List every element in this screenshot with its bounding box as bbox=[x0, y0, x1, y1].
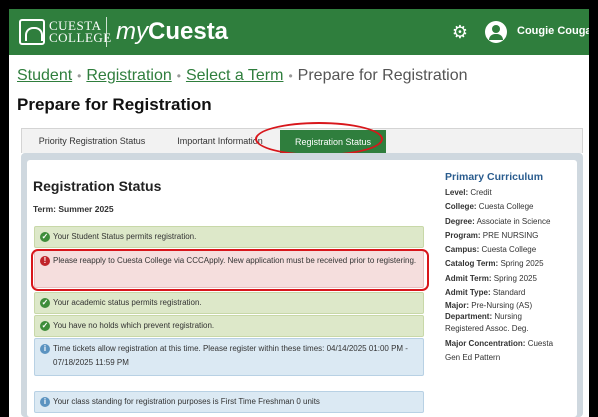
breadcrumb-separator: • bbox=[176, 69, 181, 83]
user-icon[interactable] bbox=[485, 21, 507, 43]
curriculum-row: Admit Term: Spring 2025 bbox=[445, 273, 537, 283]
logo-divider bbox=[106, 17, 107, 47]
curriculum-row: Level: Credit bbox=[445, 188, 492, 197]
message-text: Your academic status permits registratio… bbox=[53, 298, 202, 307]
term-label: Term: Summer 2025 bbox=[33, 204, 114, 214]
curriculum-row: Admit Type: Standard bbox=[445, 288, 526, 298]
breadcrumb-registration[interactable]: Registration bbox=[86, 67, 171, 84]
brand-prefix: my bbox=[116, 18, 148, 45]
status-message-ok: ✓ Your academic status permits registrat… bbox=[34, 292, 424, 314]
curriculum-row: Major Concentration: Cuesta bbox=[445, 338, 554, 348]
message-text: You have no holds which prevent registra… bbox=[53, 321, 215, 330]
curriculum-title: Primary Curriculum bbox=[445, 171, 544, 183]
curriculum-row: Catalog Term: Spring 2025 bbox=[445, 259, 544, 269]
breadcrumb-separator: • bbox=[77, 69, 82, 83]
curriculum-row: Department: Nursing bbox=[445, 312, 522, 322]
breadcrumb: Student • Registration • Select a Term • Prepa… bbox=[17, 67, 468, 85]
gear-icon[interactable]: ⚙ bbox=[450, 22, 470, 42]
tab-priority-registration-status[interactable]: Priority Registration Status bbox=[30, 129, 154, 154]
curriculum-row: Degree: Associate in Science bbox=[445, 216, 551, 226]
check-circle-icon: ✓ bbox=[40, 232, 50, 242]
logo-text: CUESTA COLLEGE bbox=[49, 18, 112, 45]
page-title: Prepare for Registration bbox=[17, 95, 212, 114]
tab-highlight-annotation bbox=[255, 122, 383, 156]
college-seal-icon bbox=[19, 19, 45, 45]
content-panel: Registration Status Term: Summer 2025 ✓ … bbox=[21, 153, 583, 417]
breadcrumb-current: Prepare for Registration bbox=[297, 67, 468, 84]
curriculum-row: Gen Ed Pattern bbox=[445, 352, 501, 362]
message-text: Your Student Status permits registration… bbox=[53, 232, 197, 241]
brand-name: Cuesta bbox=[148, 18, 229, 45]
check-circle-icon: ✓ bbox=[40, 298, 50, 308]
top-bar: CUESTA COLLEGE myCuesta ⚙ Cougie Cougar bbox=[9, 9, 589, 55]
message-text: Your class standing for registration pur… bbox=[53, 397, 320, 406]
error-highlight-annotation bbox=[31, 249, 429, 291]
breadcrumb-separator: • bbox=[288, 69, 293, 83]
registration-status-panel: Registration Status Term: Summer 2025 ✓ … bbox=[27, 160, 577, 417]
tab-important-information[interactable]: Important Information bbox=[174, 129, 266, 154]
info-circle-icon: i bbox=[40, 344, 50, 354]
college-logo[interactable]: CUESTA COLLEGE bbox=[19, 17, 112, 47]
app-window: CUESTA COLLEGE myCuesta ⚙ Cougie Cougar … bbox=[9, 9, 589, 417]
breadcrumb-select-term[interactable]: Select a Term bbox=[186, 67, 284, 84]
info-circle-icon: i bbox=[40, 397, 50, 407]
message-text: Time tickets allow registration at this … bbox=[53, 344, 408, 367]
curriculum-row: Program: PRE NURSING bbox=[445, 230, 539, 240]
app-brand[interactable]: myCuesta bbox=[116, 18, 228, 46]
user-name[interactable]: Cougie Cougar bbox=[517, 25, 589, 37]
curriculum-row: Major: Pre-Nursing (AS) bbox=[445, 301, 533, 311]
curriculum-row: College: Cuesta College bbox=[445, 202, 534, 212]
curriculum-row: Registered Assoc. Deg. bbox=[445, 324, 529, 334]
curriculum-row: Campus: Cuesta College bbox=[445, 245, 537, 255]
breadcrumb-student[interactable]: Student bbox=[17, 67, 72, 84]
primary-curriculum: Primary Curriculum Level: Credit College… bbox=[445, 170, 573, 365]
status-message-ok: ✓ You have no holds which prevent regist… bbox=[34, 315, 424, 337]
status-message-info: i Time tickets allow registration at thi… bbox=[34, 338, 424, 376]
status-message-ok: ✓ Your Student Status permits registrati… bbox=[34, 226, 424, 248]
status-message-info: i Your class standing for registration p… bbox=[34, 391, 424, 413]
check-circle-icon: ✓ bbox=[40, 321, 50, 331]
section-title: Registration Status bbox=[33, 178, 162, 194]
